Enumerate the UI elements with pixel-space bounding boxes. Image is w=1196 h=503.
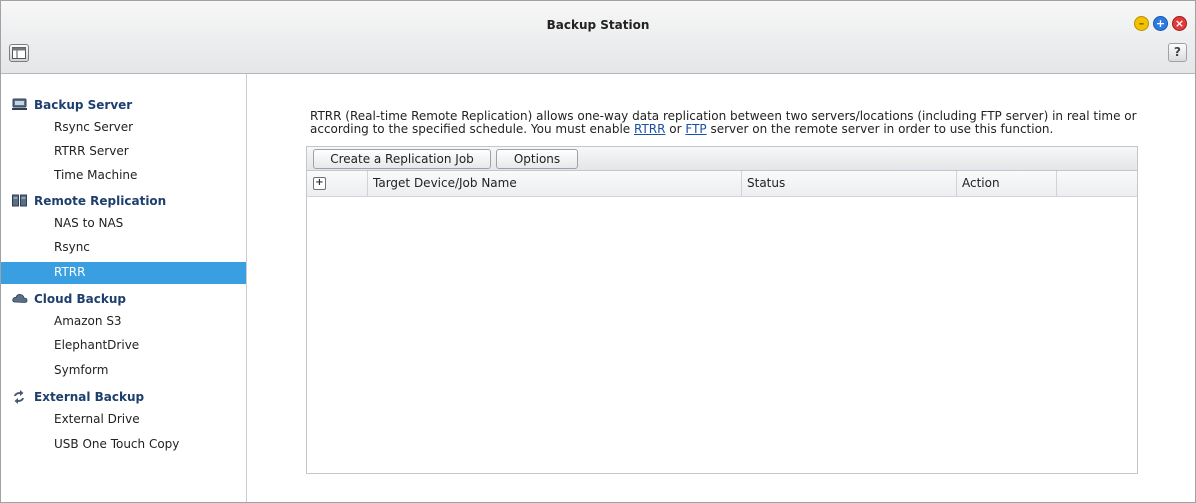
sidebar-item-external-drive[interactable]: External Drive — [1, 409, 246, 431]
job-toolbar: Create a Replication Job Options — [307, 147, 1137, 171]
rtrr-description: RTRR (Real-time Remote Replication) allo… — [310, 110, 1150, 136]
maximize-icon[interactable]: + — [1153, 16, 1168, 31]
sidebar-item-nas-to-nas[interactable]: NAS to NAS — [1, 213, 246, 235]
window-title: Backup Station — [546, 18, 650, 32]
group-remote-replication[interactable]: Remote Replication — [1, 191, 246, 211]
backup-station-window: Backup Station – + × ? Backup Server Rsy… — [0, 0, 1196, 503]
sidebar-item-label: Time Machine — [54, 168, 138, 182]
replication-job-panel: Create a Replication Job Options + Targe… — [306, 146, 1138, 474]
sidebar-item-elephantdrive[interactable]: ElephantDrive — [1, 335, 246, 357]
title-bar: Backup Station – + × ? — [1, 1, 1195, 74]
sidebar-item-label: ElephantDrive — [54, 338, 140, 352]
rtrr-link[interactable]: RTRR — [634, 122, 665, 136]
job-table-header: + Target Device/Job Name Status Action — [307, 171, 1137, 197]
layout-toggle-button[interactable] — [9, 44, 29, 62]
description-text: or — [665, 122, 686, 136]
group-backup-server[interactable]: Backup Server — [1, 95, 246, 115]
window-controls: – + × — [1134, 16, 1187, 31]
sidebar-item-time-machine[interactable]: Time Machine — [1, 165, 246, 187]
sync-arrows-icon — [14, 390, 24, 404]
group-label: Cloud Backup — [34, 292, 126, 306]
options-button[interactable]: Options — [496, 149, 578, 169]
column-target-device[interactable]: Target Device/Job Name — [368, 171, 742, 196]
minimize-icon[interactable]: – — [1134, 16, 1149, 31]
sidebar-item-label: USB One Touch Copy — [54, 437, 180, 451]
sidebar-item-rtrr-server[interactable]: RTRR Server — [1, 141, 246, 163]
group-cloud-backup[interactable]: Cloud Backup — [1, 289, 246, 309]
sidebar-item-label: NAS to NAS — [54, 216, 124, 230]
sidebar-item-label: RTRR Server — [54, 144, 129, 158]
sidebar-item-usb-one-touch-copy[interactable]: USB One Touch Copy — [1, 434, 246, 456]
expand-all-icon[interactable]: + — [313, 177, 326, 190]
sidebar-item-rsync-server[interactable]: Rsync Server — [1, 117, 246, 139]
sidebar-item-label: External Drive — [54, 412, 140, 426]
column-action[interactable]: Action — [957, 171, 1057, 196]
group-external-backup[interactable]: External Backup — [1, 387, 246, 407]
sidebar-nav: Backup Server Rsync Server RTRR Server T… — [1, 74, 247, 502]
expand-column-header: + — [307, 171, 368, 196]
group-label: Backup Server — [34, 98, 133, 112]
cloud-icon — [12, 294, 28, 303]
main-content: RTRR (Real-time Remote Replication) allo… — [247, 74, 1195, 502]
group-label: External Backup — [34, 390, 145, 404]
group-label: Remote Replication — [34, 194, 167, 208]
close-icon[interactable]: × — [1172, 16, 1187, 31]
sidebar-item-rsync[interactable]: Rsync — [1, 237, 246, 259]
sidebar-item-rtrr[interactable]: RTRR — [1, 262, 246, 284]
ftp-link[interactable]: FTP — [685, 122, 706, 136]
sidebar-item-label: Rsync — [54, 240, 90, 254]
sidebar-item-amazon-s3[interactable]: Amazon S3 — [1, 311, 246, 333]
sidebar-item-label: Symform — [54, 363, 109, 377]
replication-icon — [12, 194, 27, 207]
panel-layout-icon — [12, 47, 26, 59]
sidebar-item-label: RTRR — [54, 265, 86, 279]
sidebar-item-label: Amazon S3 — [54, 314, 122, 328]
sidebar-item-label: Rsync Server — [54, 120, 134, 134]
sidebar-item-symform[interactable]: Symform — [1, 360, 246, 382]
job-table-body — [307, 197, 1137, 473]
create-replication-job-button[interactable]: Create a Replication Job — [313, 149, 491, 169]
help-button[interactable]: ? — [1168, 43, 1187, 62]
description-text: server on the remote server in order to … — [706, 122, 1054, 136]
server-icon — [12, 98, 27, 110]
column-status[interactable]: Status — [742, 171, 957, 196]
